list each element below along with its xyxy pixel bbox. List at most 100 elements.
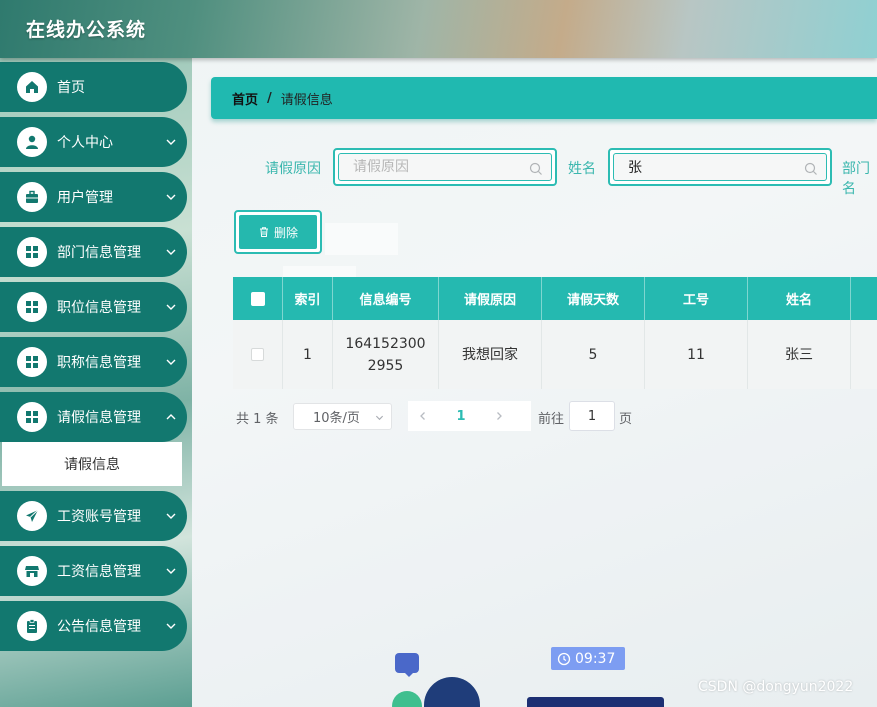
chevron-down-icon	[166, 359, 176, 365]
chevron-down-icon	[166, 513, 176, 519]
delete-button-label: 删除	[273, 225, 298, 240]
pagination-total: 共 1 条	[236, 412, 279, 427]
chevron-left-icon	[420, 412, 425, 420]
home-icon	[17, 72, 47, 102]
cell-days: 5	[542, 320, 645, 389]
delete-button[interactable]: 删除	[234, 210, 322, 254]
header-info-no[interactable]: 信息编号	[333, 277, 439, 320]
sidebar-item-department[interactable]: 部门信息管理	[0, 227, 187, 277]
store-icon	[17, 556, 47, 586]
sidebar-item-label: 工资信息管理	[57, 564, 141, 580]
dept-label: 部门名	[842, 161, 870, 197]
clock-time: 09:37	[575, 650, 616, 667]
sidebar-item-profile[interactable]: 个人中心	[0, 117, 187, 167]
chevron-down-icon	[166, 139, 176, 145]
person-illustration	[424, 677, 480, 707]
send-icon	[17, 501, 47, 531]
cell-reason: 我想回家	[439, 320, 542, 389]
header-name[interactable]: 姓名	[748, 277, 851, 320]
sidebar-item-leave[interactable]: 请假信息管理	[0, 392, 187, 442]
app-header: 在线办公系统	[0, 0, 877, 58]
header-reason[interactable]: 请假原因	[439, 277, 542, 320]
header-days[interactable]: 请假天数	[542, 277, 645, 320]
briefcase-icon	[17, 182, 47, 212]
laptop-illustration	[527, 697, 664, 707]
chevron-down-icon	[166, 568, 176, 574]
row-checkbox[interactable]	[251, 348, 264, 361]
grid-icon	[17, 347, 47, 377]
cell-emp-no: 11	[645, 320, 748, 389]
current-page[interactable]: 1	[438, 409, 484, 424]
page-size-select[interactable]: 10条/页	[293, 403, 392, 430]
sidebar-item-home[interactable]: 首页	[0, 62, 187, 112]
sidebar-subitem-leave-info[interactable]: 请假信息	[2, 442, 182, 486]
sidebar-item-notice[interactable]: 公告信息管理	[0, 601, 187, 651]
clock-icon	[557, 652, 571, 665]
pager: 1	[408, 401, 531, 431]
chevron-down-icon	[166, 249, 176, 255]
name-search-box	[608, 148, 832, 186]
sidebar-item-label: 用户管理	[57, 190, 113, 206]
leave-table: 索引 信息编号 请假原因 请假天数 工号 姓名 部 1 164152300295…	[233, 277, 877, 389]
reason-input[interactable]	[353, 159, 503, 175]
breadcrumb-home[interactable]: 首页	[232, 89, 258, 108]
sidebar-item-label: 首页	[57, 80, 85, 96]
sidebar-item-label: 部门信息管理	[57, 245, 141, 261]
reason-label: 请假原因	[265, 161, 321, 177]
sidebar-item-label: 职称信息管理	[57, 355, 141, 371]
chevron-up-icon	[166, 414, 176, 420]
header-emp-no[interactable]: 工号	[645, 277, 748, 320]
goto-page-input[interactable]	[569, 401, 615, 431]
breadcrumb: 首页 / 请假信息	[211, 77, 877, 119]
name-input[interactable]	[628, 159, 778, 175]
sidebar-item-label: 职位信息管理	[57, 300, 141, 316]
sidebar-item-salary-account[interactable]: 工资账号管理	[0, 491, 187, 541]
next-page-button[interactable]	[484, 401, 514, 431]
chevron-down-icon	[375, 415, 384, 421]
grid-icon	[17, 402, 47, 432]
page-unit-label: 页	[619, 412, 633, 427]
user-icon	[17, 127, 47, 157]
search-icon[interactable]	[804, 162, 818, 176]
cell-next: 董	[851, 320, 877, 389]
header-next[interactable]: 部	[851, 277, 877, 320]
sidebar: 首页 个人中心 用户管理 部门信息管理 职位信息管理 职称信息管理 请假信息管理…	[0, 58, 192, 707]
cell-index: 1	[283, 320, 333, 389]
app-title: 在线办公系统	[26, 19, 147, 41]
sidebar-item-users[interactable]: 用户管理	[0, 172, 187, 222]
grid-icon	[17, 292, 47, 322]
clock-badge: 09:37	[551, 647, 625, 670]
chevron-right-icon	[497, 412, 502, 420]
header-index[interactable]: 索引	[283, 277, 333, 320]
ghost-button	[325, 223, 398, 255]
leaf-illustration	[392, 691, 422, 707]
sidebar-item-label: 工资账号管理	[57, 509, 141, 525]
prev-page-button[interactable]	[408, 401, 438, 431]
grid-icon	[17, 237, 47, 267]
breadcrumb-current: 请假信息	[280, 92, 333, 108]
search-icon[interactable]	[529, 162, 543, 176]
goto-label: 前往	[538, 412, 565, 427]
cell-info-no: 1641523002955	[333, 320, 439, 389]
chevron-down-icon	[166, 623, 176, 629]
trash-icon	[259, 227, 268, 237]
table-header: 索引 信息编号 请假原因 请假天数 工号 姓名 部	[233, 277, 877, 320]
sidebar-item-label: 公告信息管理	[57, 619, 141, 635]
breadcrumb-separator: /	[267, 90, 272, 106]
watermark: CSDN @dongyun2022	[698, 679, 854, 695]
table-row[interactable]: 1 1641523002955 我想回家 5 11 张三 董	[233, 320, 877, 389]
name-label: 姓名	[568, 161, 596, 177]
reason-search-box	[333, 148, 557, 186]
cell-name: 张三	[748, 320, 851, 389]
chevron-down-icon	[166, 304, 176, 310]
sidebar-item-title[interactable]: 职称信息管理	[0, 337, 187, 387]
chat-bubble-icon	[395, 653, 419, 677]
page-size-value: 10条/页	[313, 411, 360, 426]
chevron-down-icon	[166, 194, 176, 200]
sidebar-item-salary-info[interactable]: 工资信息管理	[0, 546, 187, 596]
clipboard-icon	[17, 611, 47, 641]
sidebar-item-label: 请假信息管理	[57, 410, 141, 426]
sidebar-item-label: 个人中心	[57, 135, 113, 151]
select-all-checkbox[interactable]	[250, 291, 265, 306]
sidebar-item-position[interactable]: 职位信息管理	[0, 282, 187, 332]
